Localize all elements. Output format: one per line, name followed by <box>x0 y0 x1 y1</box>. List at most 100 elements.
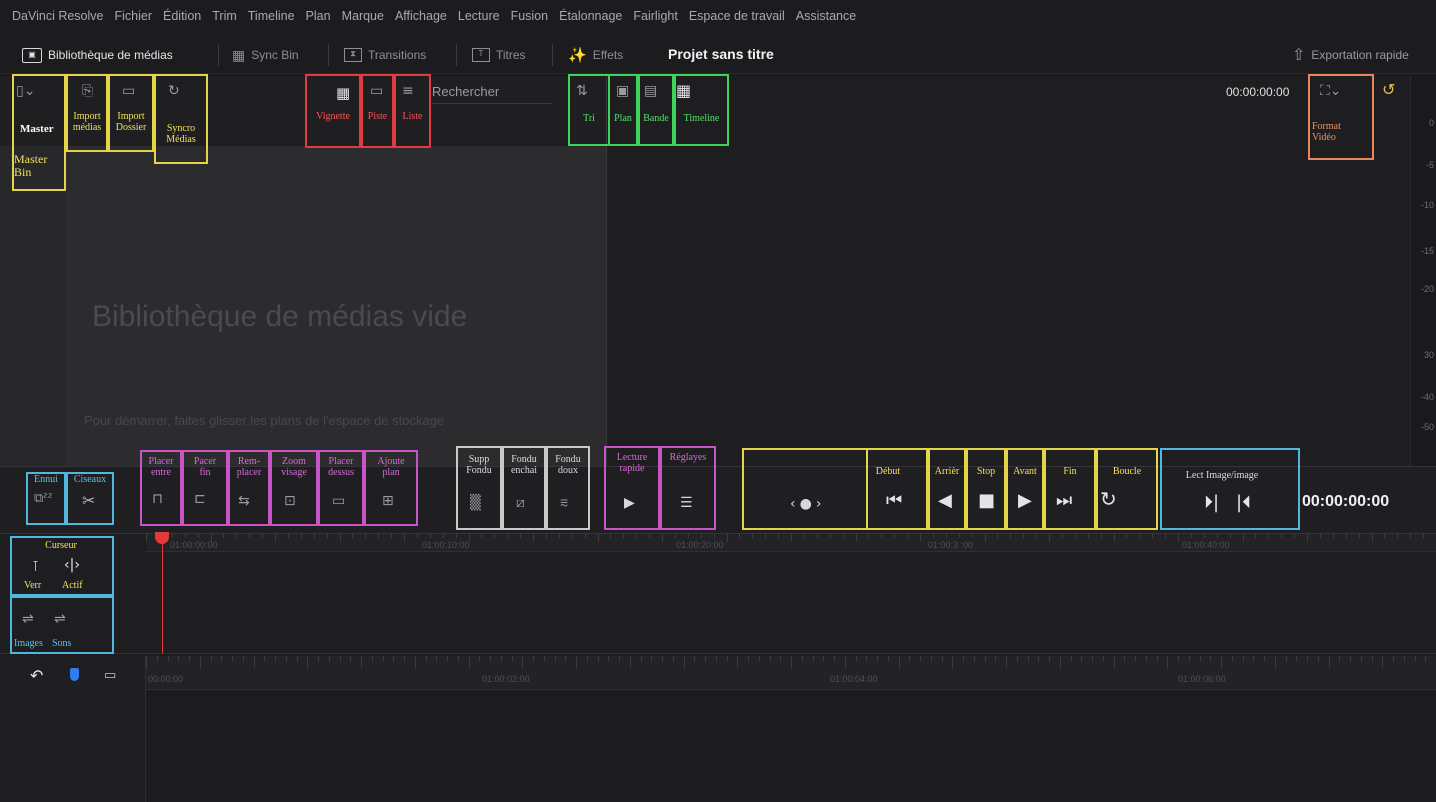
remove-fade-icon[interactable]: ▒ <box>470 496 481 510</box>
menu-espace-de-travail[interactable]: Espace de travail <box>689 9 785 25</box>
replace-clip-icon[interactable]: ⇆ <box>238 494 250 508</box>
scale-0: 0 <box>1428 118 1434 128</box>
sounds-track-icon[interactable]: ⇌ <box>54 612 66 626</box>
menu-lecture[interactable]: Lecture <box>458 9 500 25</box>
ruler-mark <box>739 534 741 538</box>
images-track-icon[interactable]: ⇌ <box>22 612 34 626</box>
ruler-mark <box>1294 534 1296 538</box>
loop-sync-icon[interactable]: ↺ <box>1382 80 1395 99</box>
ruler-mark <box>178 656 180 662</box>
skip-start-icon[interactable]: ⏮ <box>886 492 902 510</box>
effects-button[interactable]: ✨ Effets <box>568 44 623 66</box>
ruler-mark <box>436 656 438 662</box>
ruler-mark <box>1016 656 1018 662</box>
media-pool-label: Bibliothèque de médias <box>48 48 173 62</box>
skip-end-icon[interactable]: ⏭ <box>1056 492 1072 510</box>
face-zoom-icon[interactable]: ⊡ <box>284 494 296 508</box>
menu-fichier[interactable]: Fichier <box>114 9 152 25</box>
ruler-mark <box>1081 656 1083 662</box>
annotation-reglages-label: Réglayes <box>669 452 707 463</box>
scale-50: -50 <box>1420 422 1434 432</box>
frame-back-icon[interactable]: |⏴ <box>1236 494 1251 512</box>
menu-fairlight[interactable]: Fairlight <box>633 9 677 25</box>
ruler-mark <box>1188 656 1190 662</box>
ruler-mark <box>1397 534 1399 538</box>
menu-timeline[interactable]: Timeline <box>248 9 295 25</box>
marker-icon[interactable] <box>70 668 79 681</box>
titles-button[interactable]: T Titres <box>472 44 526 66</box>
lock-cursor-icon[interactable]: ⊺ <box>32 560 39 574</box>
ruler-mark <box>490 656 491 662</box>
ruler-mark <box>350 656 352 662</box>
ruler-mark <box>737 656 739 668</box>
ruler-mark <box>1087 534 1089 538</box>
media-pool-icon: ▣ <box>22 47 42 63</box>
add-clip-icon[interactable]: ⊞ <box>382 494 394 508</box>
menu-assistance[interactable]: Assistance <box>796 9 856 25</box>
annotation-import-dossier-label: Import Dossier <box>115 111 147 133</box>
fast-review-icon[interactable]: ▶ <box>624 496 635 510</box>
active-cursor-icon[interactable]: ‹|› <box>64 558 80 572</box>
play-icon[interactable]: ▶ <box>1018 492 1032 510</box>
ruler-mark <box>287 534 289 538</box>
ruler-mark <box>636 534 638 538</box>
menu-davinci-resolve[interactable]: DaVinci Resolve <box>12 9 103 25</box>
stop-icon[interactable]: ■ <box>978 492 995 510</box>
menu-affichage[interactable]: Affichage <box>395 9 447 25</box>
ruler-mark <box>156 656 158 662</box>
cross-dissolve-icon[interactable]: ⧄ <box>516 496 525 510</box>
ruler-mark <box>649 534 651 538</box>
frame-forward-icon[interactable]: ⏵| <box>1204 494 1219 512</box>
place-on-top-icon[interactable]: ▭ <box>332 494 345 508</box>
ruler-mark <box>543 656 545 662</box>
ruler-mark <box>1231 656 1233 662</box>
transitions-button[interactable]: ⧗ Transitions <box>344 44 426 66</box>
playhead[interactable] <box>162 532 163 654</box>
menu-marque[interactable]: Marque <box>342 9 384 25</box>
ruler-mark <box>842 534 844 538</box>
scissors-icon[interactable]: ✂ <box>82 493 95 509</box>
ruler-mark <box>232 656 233 662</box>
ruler-mark <box>558 534 560 538</box>
ruler-mark <box>1221 656 1222 668</box>
ruler-mark <box>1345 534 1347 538</box>
search-input[interactable]: Rechercher <box>432 84 552 104</box>
ruler-mark <box>726 656 728 662</box>
ruler-mark <box>554 656 556 662</box>
menu-plan[interactable]: Plan <box>306 9 331 25</box>
ruler-mark <box>253 656 255 668</box>
ruler-mark <box>683 656 685 668</box>
append-clip-icon[interactable]: ⊏ <box>194 492 206 506</box>
annotation-tri-label: Tri <box>583 113 595 124</box>
quick-export-button[interactable]: ⇧ Exportation rapide <box>1292 44 1409 66</box>
ruler-mark <box>803 534 805 538</box>
ruler-mark <box>1253 656 1255 662</box>
timeline-upper-ruler <box>146 534 1436 552</box>
menu-fusion[interactable]: Fusion <box>511 9 549 25</box>
menu-edition[interactable]: Édition <box>163 9 201 25</box>
annotation-ajoute-plan-label: Ajoute plan <box>377 456 405 478</box>
settings-sliders-icon[interactable]: ☰ <box>680 496 693 510</box>
ruler-mark <box>1307 534 1308 542</box>
ruler-mark <box>715 656 717 662</box>
sync-bin-button[interactable]: ▦ Sync Bin <box>232 44 299 66</box>
insert-clip-icon[interactable]: ⊓ <box>152 492 163 506</box>
ruler-mark <box>887 656 889 662</box>
jog-control[interactable]: ‹●› <box>790 496 825 512</box>
menu-etalonnage[interactable]: Étalonnage <box>559 9 622 25</box>
blade-icon[interactable]: ↶ <box>30 666 43 685</box>
annotation-fin-box <box>1044 448 1096 530</box>
media-pool-button[interactable]: ▣ Bibliothèque de médias <box>22 44 173 66</box>
ruler-mark <box>597 534 599 542</box>
ruler-mark <box>1425 656 1427 662</box>
scale-10: -10 <box>1420 200 1434 210</box>
ruler-mark <box>1145 656 1147 662</box>
smooth-cut-icon[interactable]: ⩳ <box>560 496 568 510</box>
menu-trim[interactable]: Trim <box>212 9 237 25</box>
loop-icon[interactable]: ↻ <box>1100 489 1117 509</box>
reverse-icon[interactable]: ◀ <box>938 492 952 510</box>
ruler-mark <box>1203 534 1205 538</box>
ruler-mark <box>300 534 302 538</box>
snooze-icon[interactable]: ⧉ᶻᶻ <box>34 492 53 506</box>
track-display-icon[interactable]: ▭ <box>104 668 116 683</box>
